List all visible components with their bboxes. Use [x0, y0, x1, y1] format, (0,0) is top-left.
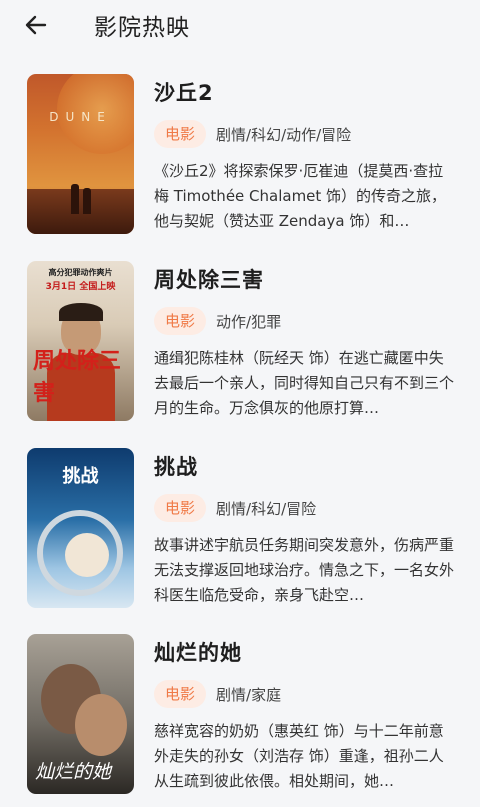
type-badge: 电影 [154, 680, 207, 708]
movie-genre: 剧情/科幻/动作/冒险 [216, 125, 352, 144]
movie-poster: 灿烂的她 [27, 634, 134, 794]
page-title: 影院热映 [94, 15, 190, 41]
movie-poster: 挑战 [27, 448, 134, 608]
movie-card[interactable]: DUNE 沙丘2 电影 剧情/科幻/动作/冒险 《沙丘2》将探索保罗·厄崔迪（提… [27, 74, 467, 234]
movie-description: 《沙丘2》将探索保罗·厄崔迪（提莫西·查拉梅 Timothée Chalamet… [154, 162, 447, 230]
movie-card[interactable]: 高分犯罪动作爽片 3月1日 全国上映 周处除三害 周处除三害 电影 动作/犯罪 … [27, 261, 467, 421]
movie-genre: 动作/犯罪 [216, 312, 282, 331]
movie-title: 周处除三害 [154, 268, 264, 292]
back-button[interactable] [22, 11, 50, 39]
movie-poster: 高分犯罪动作爽片 3月1日 全国上映 周处除三害 [27, 261, 134, 421]
movie-title: 挑战 [154, 455, 198, 479]
movie-description: 通缉犯陈桂林（阮经天 饰）在逃亡藏匿中失去最后一个亲人，同时得知自己只有不到三个… [154, 349, 454, 417]
movie-card[interactable]: 挑战 挑战 电影 剧情/科幻/冒险 故事讲述宇航员任务期间突发意外，伤病严重无法… [27, 448, 467, 608]
movie-card[interactable]: 灿烂的她 灿烂的她 电影 剧情/家庭 慈祥宽容的奶奶（惠英红 饰）与十二年前意外… [27, 634, 467, 794]
movie-genre: 剧情/科幻/冒险 [216, 499, 317, 518]
back-arrow-icon [25, 15, 47, 35]
movie-list: DUNE 沙丘2 电影 剧情/科幻/动作/冒险 《沙丘2》将探索保罗·厄崔迪（提… [0, 62, 480, 807]
movie-description: 故事讲述宇航员任务期间突发意外，伤病严重无法支撑返回地球治疗。情急之下，一名女外… [154, 536, 454, 604]
movie-info: 沙丘2 电影 剧情/科幻/动作/冒险 《沙丘2》将探索保罗·厄崔迪（提莫西·查拉… [154, 74, 454, 234]
movie-description: 慈祥宽容的奶奶（惠英红 饰）与十二年前意外走失的孙女（刘浩存 饰）重逢，祖孙二人… [154, 722, 444, 790]
type-badge: 电影 [154, 307, 207, 335]
movie-poster: DUNE [27, 74, 134, 234]
movie-info: 周处除三害 电影 动作/犯罪 通缉犯陈桂林（阮经天 饰）在逃亡藏匿中失去最后一个… [154, 261, 454, 421]
movie-genre: 剧情/家庭 [216, 685, 282, 704]
movie-info: 灿烂的她 电影 剧情/家庭 慈祥宽容的奶奶（惠英红 饰）与十二年前意外走失的孙女… [154, 634, 454, 794]
type-badge: 电影 [154, 494, 207, 522]
header: 影院热映 [0, 0, 480, 50]
movie-title: 沙丘2 [154, 81, 214, 105]
type-badge: 电影 [154, 120, 207, 148]
movie-info: 挑战 电影 剧情/科幻/冒险 故事讲述宇航员任务期间突发意外，伤病严重无法支撑返… [154, 448, 454, 608]
movie-title: 灿烂的她 [154, 641, 242, 665]
